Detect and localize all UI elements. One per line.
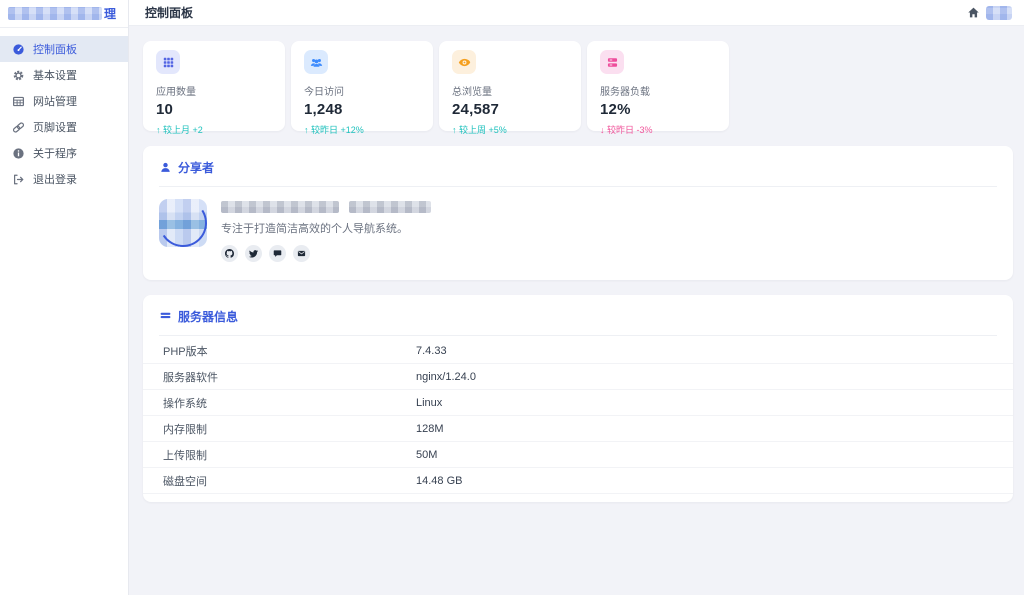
- row-value: 7.4.33: [416, 344, 447, 357]
- sidebar-item-footer-settings[interactable]: 页脚设置: [0, 114, 128, 140]
- stat-value: 1,248: [304, 101, 343, 118]
- stat-card-visits: 今日访问 1,248 ↑ 较昨日 +12%: [291, 41, 433, 135]
- chat-icon[interactable]: [269, 245, 286, 262]
- table-row: 操作系统 Linux: [143, 390, 1013, 416]
- sidebar-item-settings[interactable]: 基本设置: [0, 62, 128, 88]
- row-label: 操作系统: [163, 397, 207, 410]
- sidebar-item-label: 网站管理: [33, 96, 77, 108]
- sidebar-item-about[interactable]: 关于程序: [0, 140, 128, 166]
- sidebar-item-site-management[interactable]: 网站管理: [0, 88, 128, 114]
- main-area: 控制面板 应用数量 10 ↑ 较上月 +2 今日访问 1,248 ↑ 较昨日 +…: [129, 0, 1024, 595]
- arrow-down-icon: ↓: [600, 125, 605, 135]
- home-icon[interactable]: [967, 6, 980, 19]
- row-label: 内存限制: [163, 423, 207, 436]
- arrow-up-icon: ↑: [156, 125, 161, 135]
- sharer-panel-title: 分享者: [178, 161, 215, 175]
- stat-change: ↑ 较上月 +2: [156, 125, 203, 135]
- sidebar-item-label: 关于程序: [33, 148, 77, 160]
- row-label: 磁盘空间: [163, 475, 207, 488]
- link-icon: [12, 121, 25, 134]
- server-info-header: 服务器信息: [143, 295, 1013, 335]
- stat-value: 12%: [600, 101, 631, 118]
- info-icon: [12, 147, 25, 160]
- sidebar-item-label: 控制面板: [33, 44, 77, 56]
- logout-icon: [12, 173, 25, 186]
- topbar: 控制面板: [129, 0, 1024, 26]
- arrow-up-icon: ↑: [304, 125, 309, 135]
- sidebar-item-label: 退出登录: [33, 174, 77, 186]
- table-row: 内存限制 128M: [143, 416, 1013, 442]
- stat-change: ↓ 较昨日 -3%: [600, 125, 653, 135]
- topbar-right: [967, 5, 1012, 20]
- sidebar-item-dashboard[interactable]: 控制面板: [0, 36, 128, 62]
- stat-card-apps: 应用数量 10 ↑ 较上月 +2: [143, 41, 285, 135]
- sidebar-app-title: 理: [0, 0, 128, 28]
- sharer-profile: 专注于打造简洁高效的个人导航系统。: [143, 187, 1013, 280]
- github-icon[interactable]: [221, 245, 238, 262]
- server-icon: [600, 50, 624, 74]
- row-value: nginx/1.24.0: [416, 370, 476, 383]
- sidebar-item-label: 基本设置: [33, 70, 77, 82]
- content: 应用数量 10 ↑ 较上月 +2 今日访问 1,248 ↑ 较昨日 +12% 总…: [129, 26, 1024, 595]
- row-value: Linux: [416, 396, 443, 409]
- person-icon: [159, 161, 172, 174]
- sharer-panel: 分享者 专注于打造简洁高效的个人导航系统。: [143, 146, 1013, 280]
- eye-icon: [452, 50, 476, 74]
- stat-card-pageviews: 总浏览量 24,587 ↑ 较上周 +5%: [439, 41, 581, 135]
- server-info-table: PHP版本 7.4.33 服务器软件 nginx/1.24.0 操作系统 Lin…: [143, 336, 1013, 502]
- row-label: 服务器软件: [163, 371, 218, 384]
- sharer-info: 专注于打造简洁高效的个人导航系统。: [221, 199, 431, 262]
- server-info-panel: 服务器信息 PHP版本 7.4.33 服务器软件 nginx/1.24.0 操作…: [143, 295, 1013, 502]
- sidebar-item-label: 页脚设置: [33, 122, 77, 134]
- user-badge-blurred[interactable]: [986, 5, 1012, 20]
- avatar: [154, 194, 212, 252]
- stat-value: 10: [156, 101, 174, 118]
- sharer-name-blurred: [221, 201, 431, 213]
- stat-card-server-load: 服务器负载 12% ↓ 较昨日 -3%: [587, 41, 729, 135]
- grid-icon: [156, 50, 180, 74]
- app-title-blurred: [8, 7, 102, 20]
- row-value: 14.48 GB: [416, 474, 463, 487]
- table-row: PHP版本 7.4.33: [143, 338, 1013, 364]
- stat-cards: 应用数量 10 ↑ 较上月 +2 今日访问 1,248 ↑ 较昨日 +12% 总…: [143, 41, 1013, 135]
- social-links: [221, 245, 431, 262]
- row-label: PHP版本: [163, 345, 208, 358]
- table-row: 上传限制 50M: [143, 442, 1013, 468]
- email-icon[interactable]: [293, 245, 310, 262]
- stat-label: 应用数量: [156, 87, 196, 98]
- stat-change: ↑ 较上周 +5%: [452, 125, 507, 135]
- table-icon: [12, 95, 25, 108]
- stat-change: ↑ 较昨日 +12%: [304, 125, 364, 135]
- sidebar: 理 控制面板 基本设置 网站管理 页脚设置 关于程序 退出登录: [0, 0, 129, 595]
- stat-label: 今日访问: [304, 87, 344, 98]
- gauge-icon: [12, 43, 25, 56]
- sidebar-item-logout[interactable]: 退出登录: [0, 166, 128, 192]
- app-title-suffix: 理: [104, 7, 117, 21]
- arrow-up-icon: ↑: [452, 125, 457, 135]
- sidebar-menu: 控制面板 基本设置 网站管理 页脚设置 关于程序 退出登录: [0, 28, 128, 192]
- server-bars-icon: [159, 310, 172, 323]
- row-value: 128M: [416, 422, 444, 435]
- row-value: 50M: [416, 448, 438, 461]
- users-icon: [304, 50, 328, 74]
- sharer-description: 专注于打造简洁高效的个人导航系统。: [221, 223, 408, 235]
- stat-label: 服务器负载: [600, 87, 650, 98]
- table-row: 磁盘空间 14.48 GB: [143, 468, 1013, 494]
- row-label: 上传限制: [163, 449, 207, 462]
- stat-value: 24,587: [452, 101, 500, 118]
- page-title: 控制面板: [145, 6, 194, 20]
- gear-icon: [12, 69, 25, 82]
- server-info-title: 服务器信息: [178, 310, 239, 324]
- table-row: 服务器软件 nginx/1.24.0: [143, 364, 1013, 390]
- stat-label: 总浏览量: [452, 87, 492, 98]
- twitter-icon[interactable]: [245, 245, 262, 262]
- sharer-panel-header: 分享者: [143, 146, 1013, 186]
